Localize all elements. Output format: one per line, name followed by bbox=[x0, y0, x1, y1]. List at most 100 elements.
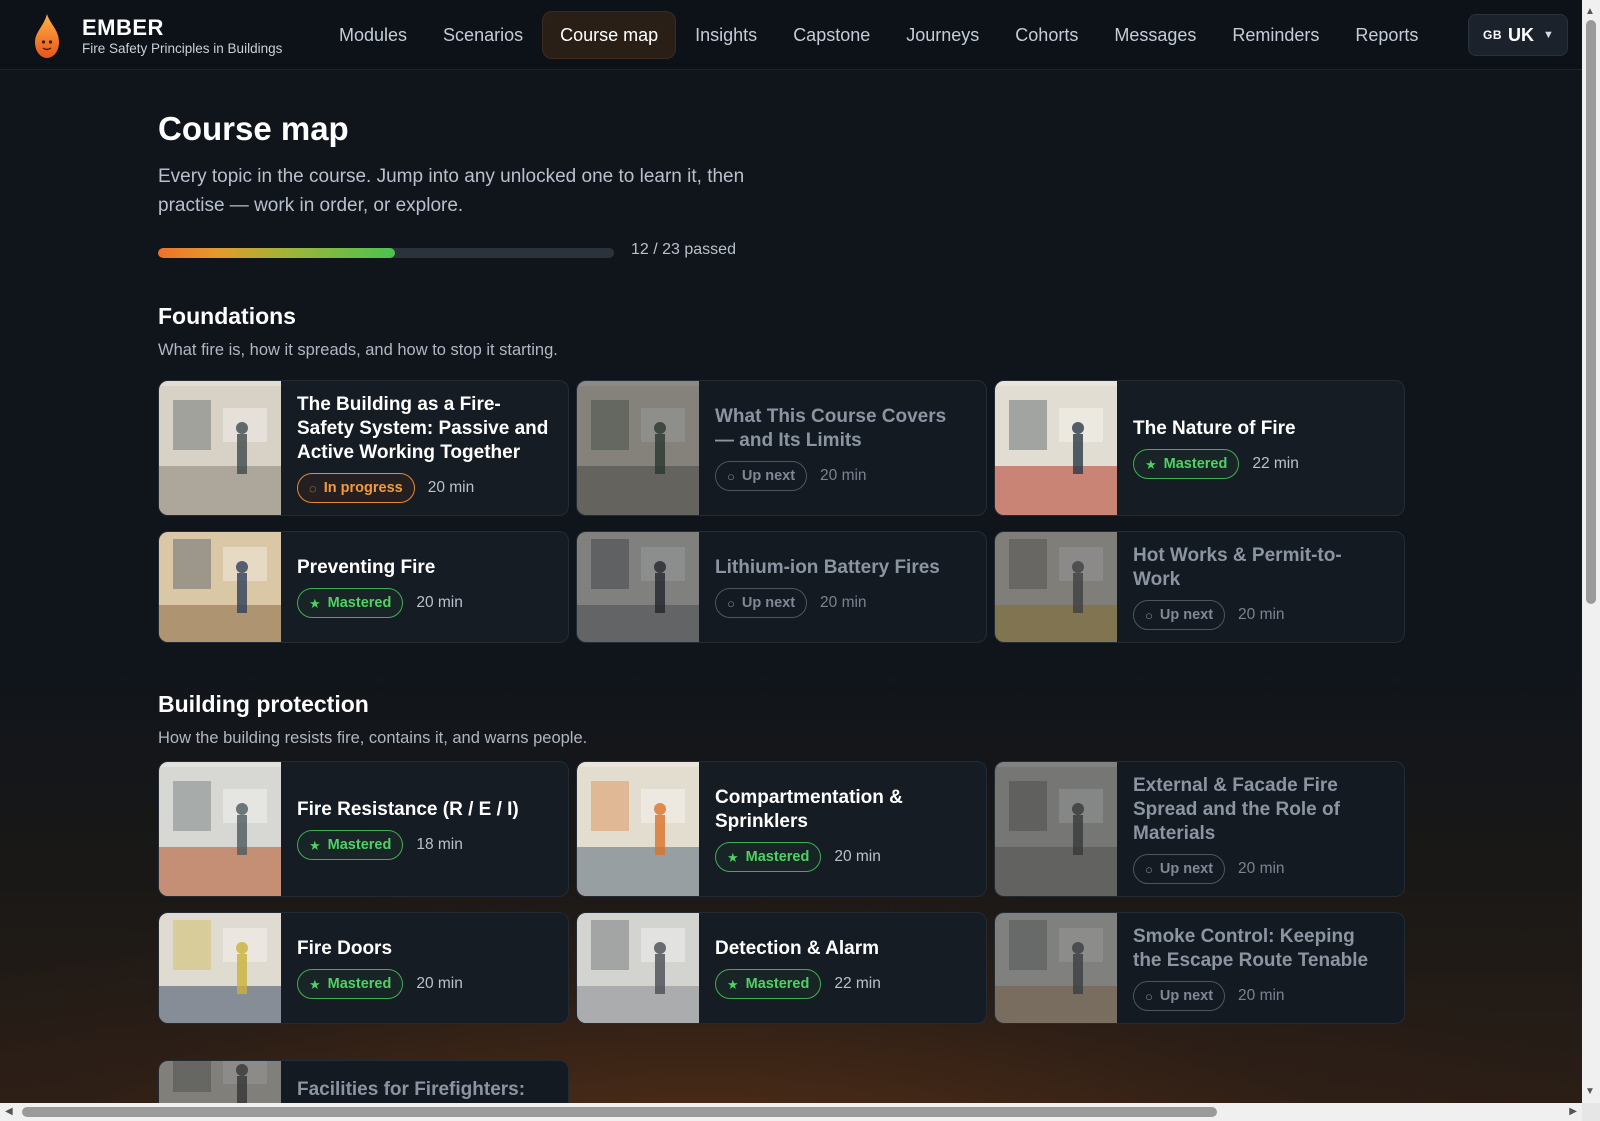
vertical-scroll-thumb[interactable] bbox=[1586, 20, 1596, 604]
topic-title: Smoke Control: Keeping the Escape Route … bbox=[1133, 926, 1369, 971]
topic-thumbnail bbox=[159, 913, 281, 1023]
topic-card-body: Fire Doors ★ Mastered 20 min bbox=[281, 913, 568, 1023]
topic-meta: ★ Mastered 18 min bbox=[297, 830, 552, 860]
status-label: Up next bbox=[1159, 607, 1214, 623]
topic-card[interactable]: Facilities for Firefighters: bbox=[158, 1060, 569, 1103]
topic-card[interactable]: External & Facade Fire Spread and the Ro… bbox=[994, 761, 1405, 897]
star-icon: ★ bbox=[727, 976, 739, 992]
topic-thumbnail bbox=[577, 913, 699, 1023]
status-badge: ◌ In progress bbox=[297, 473, 415, 503]
top-navigation-bar: EMBER Fire Safety Principles in Building… bbox=[0, 0, 1582, 70]
duration-label: 22 min bbox=[1252, 455, 1299, 472]
topic-title: Lithium-ion Battery Fires bbox=[715, 557, 940, 578]
topic-card[interactable]: Lithium-ion Battery Fires ○ Up next 20 min bbox=[576, 531, 987, 643]
topic-card[interactable]: Smoke Control: Keeping the Escape Route … bbox=[994, 912, 1405, 1024]
nav-reports[interactable]: Reports bbox=[1338, 11, 1435, 59]
topic-thumbnail bbox=[159, 381, 281, 515]
status-badge: ★ Mastered bbox=[1133, 449, 1240, 479]
section-desc-foundations: What fire is, how it spreads, and how to… bbox=[158, 341, 558, 359]
nav-messages[interactable]: Messages bbox=[1097, 11, 1213, 59]
topic-card[interactable]: Preventing Fire ★ Mastered 20 min bbox=[158, 531, 569, 643]
topic-card[interactable]: Detection & Alarm ★ Mastered 22 min bbox=[576, 912, 987, 1024]
duration-label: 20 min bbox=[1238, 860, 1285, 877]
nav-course-map[interactable]: Course map bbox=[542, 11, 677, 59]
topic-title: Preventing Fire bbox=[297, 557, 436, 578]
nav-scenarios[interactable]: Scenarios bbox=[426, 11, 540, 59]
main-nav: Modules Scenarios Course map Insights Ca… bbox=[322, 11, 1437, 59]
topic-card[interactable]: Compartmentation & Sprinklers ★ Mastered 20… bbox=[576, 761, 987, 897]
topic-card[interactable]: What This Course Covers — and Its Limits… bbox=[576, 380, 987, 516]
section-desc-building-protection: How the building resists fire, contains … bbox=[158, 729, 588, 747]
status-label: Mastered bbox=[745, 976, 810, 992]
nav-capstone[interactable]: Capstone bbox=[776, 11, 887, 59]
status-label: Up next bbox=[741, 468, 796, 484]
topic-meta: ★ Mastered 22 min bbox=[1133, 449, 1388, 479]
page-title: Course map bbox=[158, 110, 349, 147]
topic-title: The Nature of Fire bbox=[1133, 418, 1296, 439]
topic-card-body: External & Facade Fire Spread and the Ro… bbox=[1117, 762, 1404, 896]
scrollbar-corner bbox=[1582, 1103, 1600, 1121]
duration-label: 18 min bbox=[416, 836, 463, 853]
nav-cohorts[interactable]: Cohorts bbox=[998, 11, 1095, 59]
section-title-foundations: Foundations bbox=[158, 303, 296, 329]
topic-card[interactable]: Hot Works & Permit-to-Work ○ Up next 20 min bbox=[994, 531, 1405, 643]
nav-insights[interactable]: Insights bbox=[678, 11, 774, 59]
topic-meta: ○ Up next 20 min bbox=[1133, 600, 1388, 630]
language-code: UK bbox=[1508, 24, 1534, 45]
status-badge: ○ Up next bbox=[1133, 600, 1226, 630]
star-icon: ★ bbox=[727, 849, 739, 865]
vertical-scrollbar[interactable]: ▲ ▼ bbox=[1582, 0, 1600, 1103]
course-progress-label: 12 / 23 passed bbox=[631, 241, 736, 258]
topic-card[interactable]: Fire Resistance (R / E / I) ★ Mastered 18 m… bbox=[158, 761, 569, 897]
scroll-up-icon[interactable]: ▲ bbox=[1585, 6, 1595, 17]
duration-label: 20 min bbox=[820, 467, 867, 484]
topic-card[interactable]: The Building as a Fire-Safety System: Pa… bbox=[158, 380, 569, 516]
topic-thumbnail bbox=[995, 762, 1117, 896]
topic-meta: ○ Up next 20 min bbox=[1133, 854, 1388, 884]
brand[interactable]: EMBER Fire Safety Principles in Building… bbox=[32, 12, 282, 60]
star-icon: ★ bbox=[309, 976, 321, 992]
topic-title: Compartmentation & Sprinklers bbox=[715, 787, 903, 832]
duration-label: 20 min bbox=[1238, 987, 1285, 1004]
status-label: Mastered bbox=[327, 976, 392, 992]
flame-icon bbox=[32, 12, 62, 60]
language-selector[interactable]: GB UK ▼ bbox=[1468, 14, 1568, 56]
topic-thumbnail bbox=[159, 1061, 281, 1103]
topic-title: External & Facade Fire Spread and the Ro… bbox=[1133, 775, 1340, 844]
topic-card[interactable]: Fire Doors ★ Mastered 20 min bbox=[158, 912, 569, 1024]
topic-meta: ★ Mastered 20 min bbox=[297, 969, 552, 999]
topic-title: Hot Works & Permit-to-Work bbox=[1133, 545, 1342, 590]
status-badge: ★ Mastered bbox=[297, 588, 404, 618]
topic-card-body: Detection & Alarm ★ Mastered 22 min bbox=[699, 913, 986, 1023]
circle-icon: ○ bbox=[727, 595, 735, 611]
duration-label: 20 min bbox=[416, 975, 463, 992]
horizontal-scroll-thumb[interactable] bbox=[22, 1107, 1217, 1117]
topic-meta: ○ Up next 20 min bbox=[715, 588, 970, 618]
status-badge: ○ Up next bbox=[1133, 981, 1226, 1011]
duration-label: 22 min bbox=[834, 975, 881, 992]
duration-label: 20 min bbox=[416, 594, 463, 611]
spinner-icon: ◌ bbox=[309, 480, 317, 496]
nav-modules[interactable]: Modules bbox=[322, 11, 424, 59]
scroll-left-icon[interactable]: ◀ bbox=[5, 1106, 13, 1117]
topic-card-body: Smoke Control: Keeping the Escape Route … bbox=[1117, 913, 1404, 1023]
nav-journeys[interactable]: Journeys bbox=[889, 11, 996, 59]
star-icon: ★ bbox=[309, 837, 321, 853]
scroll-right-icon[interactable]: ▶ bbox=[1569, 1106, 1577, 1117]
scroll-down-icon[interactable]: ▼ bbox=[1585, 1086, 1595, 1097]
topic-title: Fire Doors bbox=[297, 938, 393, 959]
flag-label: GB bbox=[1483, 28, 1502, 42]
app-name: EMBER bbox=[82, 14, 164, 40]
topic-meta: ◌ In progress 20 min bbox=[297, 473, 552, 503]
horizontal-scrollbar[interactable]: ◀ ▶ bbox=[0, 1103, 1582, 1121]
status-badge: ★ Mastered bbox=[715, 969, 822, 999]
topic-card-body: What This Course Covers — and Its Limits… bbox=[699, 381, 986, 515]
status-label: Mastered bbox=[745, 849, 810, 865]
topic-card[interactable]: The Nature of Fire ★ Mastered 22 min bbox=[994, 380, 1405, 516]
nav-reminders[interactable]: Reminders bbox=[1215, 11, 1336, 59]
circle-icon: ○ bbox=[1145, 607, 1153, 623]
topic-card-body: Preventing Fire ★ Mastered 20 min bbox=[281, 532, 568, 642]
status-label: Mastered bbox=[327, 595, 392, 611]
topic-meta: ○ Up next 20 min bbox=[715, 461, 970, 491]
course-progress-fill bbox=[158, 248, 396, 258]
